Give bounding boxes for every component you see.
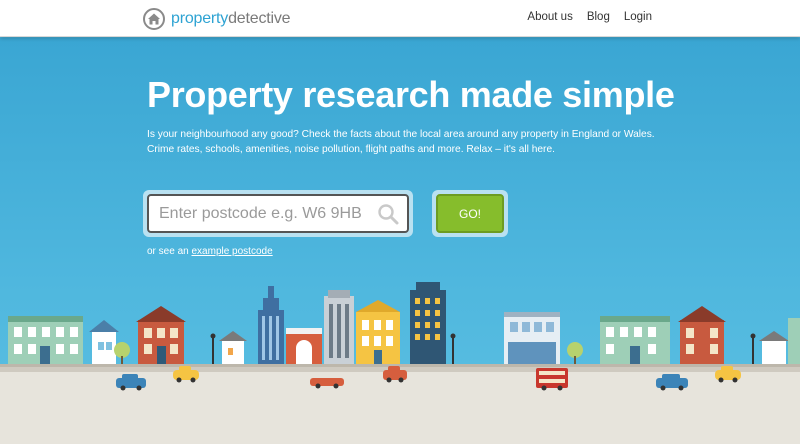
- search-box: [147, 194, 409, 233]
- hero-description: Is your neighbourhood any good? Check th…: [147, 129, 655, 155]
- example-postcode-link[interactable]: example postcode: [191, 246, 272, 257]
- site-header: property detective About us Blog Login: [0, 0, 800, 37]
- nav-login[interactable]: Login: [624, 11, 652, 23]
- search-wrapper: [143, 190, 413, 237]
- main-nav: About us Blog Login: [527, 11, 652, 23]
- page-title: Property research made simple: [147, 74, 675, 115]
- nav-blog[interactable]: Blog: [587, 11, 610, 23]
- house-icon: [143, 8, 165, 30]
- logo-text-detective: detective: [228, 10, 291, 27]
- postcode-input[interactable]: [159, 204, 374, 223]
- logo[interactable]: property detective: [143, 7, 291, 31]
- example-line: or see an example postcode: [147, 246, 273, 257]
- go-button[interactable]: GO!: [436, 194, 504, 233]
- town-illustration: [0, 282, 800, 444]
- nav-about-us[interactable]: About us: [527, 11, 572, 23]
- logo-text-property: property: [171, 10, 229, 27]
- go-wrapper: GO!: [432, 190, 508, 237]
- example-prefix: or see an: [147, 246, 189, 257]
- search-icon[interactable]: [376, 202, 400, 226]
